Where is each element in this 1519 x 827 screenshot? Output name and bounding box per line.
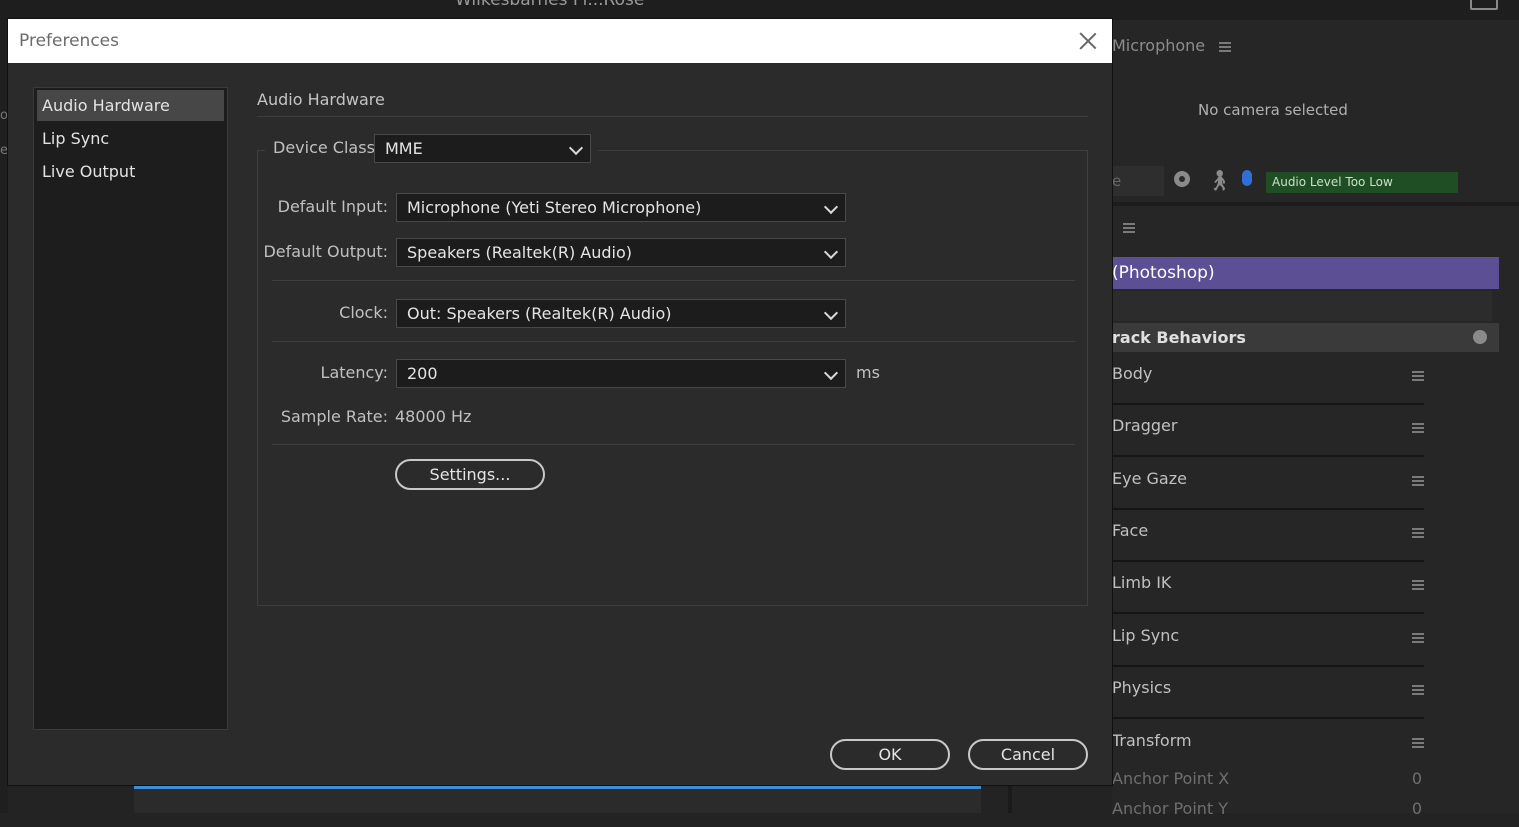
behavior-row[interactable]: Transform xyxy=(1112,720,1424,772)
behavior-label: Eye Gaze xyxy=(1112,469,1187,488)
properties-menu-icon[interactable] xyxy=(1123,223,1135,233)
behavior-label: Body xyxy=(1112,364,1153,383)
behavior-row[interactable]: Lip Sync xyxy=(1112,615,1424,667)
default-input-select[interactable]: Microphone (Yeti Stereo Microphone) xyxy=(396,193,846,222)
sample-rate-value: 48000 Hz xyxy=(395,407,472,426)
default-input-label: Default Input: xyxy=(277,197,388,216)
preferences-dialog: Preferences Audio Hardware Lip Sync Live… xyxy=(8,19,1112,785)
panel-separator xyxy=(1112,202,1519,206)
chevron-down-icon xyxy=(823,365,839,381)
puppet-name-row[interactable]: (Photoshop) xyxy=(1112,257,1499,289)
group-divider xyxy=(272,444,1075,445)
default-output-label: Default Output: xyxy=(263,242,388,261)
audio-level-meter: Audio Level Too Low xyxy=(1266,172,1458,193)
group-divider xyxy=(272,341,1075,342)
track-behaviors-header[interactable]: rack Behaviors xyxy=(1112,323,1499,352)
microphone-panel-title: Microphone xyxy=(1112,36,1206,55)
chevron-down-icon xyxy=(823,199,839,215)
behavior-menu-icon[interactable] xyxy=(1412,423,1424,433)
body-tracking-icon[interactable]: 🚶︎ xyxy=(1207,168,1232,192)
clock-select[interactable]: Out: Speakers (Realtek(R) Audio) xyxy=(396,299,846,328)
app-title: Wilkesbarnes Fl...Rose xyxy=(455,0,645,10)
chevron-down-icon xyxy=(568,140,584,156)
chevron-down-icon xyxy=(823,305,839,321)
clock-label: Clock: xyxy=(339,303,388,322)
device-class-value: MME xyxy=(385,139,423,158)
panel-divider[interactable] xyxy=(1008,785,1012,813)
sidebar-item-live-output[interactable]: Live Output xyxy=(37,156,224,187)
no-camera-message: No camera selected xyxy=(1198,101,1348,119)
camera-input-field[interactable]: e xyxy=(1112,166,1164,196)
behavior-menu-icon[interactable] xyxy=(1412,528,1424,538)
section-title: Audio Hardware xyxy=(257,90,385,109)
behavior-label: Face xyxy=(1112,521,1149,540)
behavior-row[interactable]: Limb IK xyxy=(1112,562,1424,614)
behavior-row[interactable]: Physics xyxy=(1112,667,1424,719)
behavior-menu-icon[interactable] xyxy=(1412,738,1424,748)
default-output-value: Speakers (Realtek(R) Audio) xyxy=(407,243,633,262)
microphone-icon[interactable] xyxy=(1242,170,1252,186)
puppet-sub-row xyxy=(1112,291,1492,321)
clock-value: Out: Speakers (Realtek(R) Audio) xyxy=(407,304,672,323)
behavior-menu-icon[interactable] xyxy=(1412,580,1424,590)
close-icon[interactable] xyxy=(1078,29,1098,51)
add-behavior-icon[interactable] xyxy=(1473,330,1487,344)
behavior-menu-icon[interactable] xyxy=(1412,371,1424,381)
latency-value: 200 xyxy=(407,364,438,383)
camera-icon[interactable] xyxy=(1174,171,1190,187)
group-divider xyxy=(272,280,1075,281)
behavior-row[interactable]: Body xyxy=(1112,353,1424,405)
sample-rate-label: Sample Rate: xyxy=(280,407,388,426)
latency-label: Latency: xyxy=(320,363,388,382)
sidebar-item-lip-sync[interactable]: Lip Sync xyxy=(37,123,224,154)
behavior-menu-icon[interactable] xyxy=(1412,633,1424,643)
app-top-bar xyxy=(0,0,1519,20)
dialog-title: Preferences xyxy=(19,31,119,51)
behavior-label: Physics xyxy=(1112,678,1172,697)
behavior-row[interactable]: Dragger xyxy=(1112,405,1424,457)
property-row[interactable]: Anchor Point Y 0 xyxy=(1112,799,1424,827)
chevron-down-icon xyxy=(823,244,839,260)
latency-select[interactable]: 200 xyxy=(396,359,846,388)
behavior-row[interactable]: Face xyxy=(1112,510,1424,562)
behavior-label: Lip Sync xyxy=(1112,626,1180,645)
preferences-sidebar: Audio Hardware Lip Sync Live Output xyxy=(33,87,228,730)
device-class-select[interactable]: MME xyxy=(374,134,591,163)
timeline-panel[interactable] xyxy=(134,785,981,813)
property-label: Anchor Point X xyxy=(1112,769,1230,788)
default-input-value: Microphone (Yeti Stereo Microphone) xyxy=(407,198,702,217)
window-icon[interactable] xyxy=(1470,0,1498,10)
device-class-label: Device Class: xyxy=(273,138,381,157)
settings-button[interactable]: Settings... xyxy=(395,459,545,490)
track-behaviors-label: rack Behaviors xyxy=(1112,328,1246,347)
left-panel-edge xyxy=(0,20,8,813)
behavior-row[interactable]: Eye Gaze xyxy=(1112,458,1424,510)
property-label: Anchor Point Y xyxy=(1112,799,1229,818)
behavior-menu-icon[interactable] xyxy=(1412,685,1424,695)
ok-button[interactable]: OK xyxy=(830,739,950,770)
cancel-button[interactable]: Cancel xyxy=(968,739,1088,770)
behavior-menu-icon[interactable] xyxy=(1412,476,1424,486)
property-row[interactable]: Anchor Point X 0 xyxy=(1112,769,1424,797)
dialog-title-bar[interactable]: Preferences xyxy=(8,19,1112,63)
behavior-label: Transform xyxy=(1112,731,1192,750)
default-output-select[interactable]: Speakers (Realtek(R) Audio) xyxy=(396,238,846,267)
panel-menu-icon[interactable] xyxy=(1219,41,1232,52)
behavior-label: Dragger xyxy=(1112,416,1178,435)
microphone-panel-header: Microphone xyxy=(1112,36,1232,55)
property-value[interactable]: 0 xyxy=(1412,799,1422,818)
sidebar-item-audio-hardware[interactable]: Audio Hardware xyxy=(37,90,224,121)
property-value[interactable]: 0 xyxy=(1412,769,1422,788)
latency-unit: ms xyxy=(856,363,880,382)
behavior-label: Limb IK xyxy=(1112,573,1172,592)
section-divider xyxy=(257,116,1088,117)
